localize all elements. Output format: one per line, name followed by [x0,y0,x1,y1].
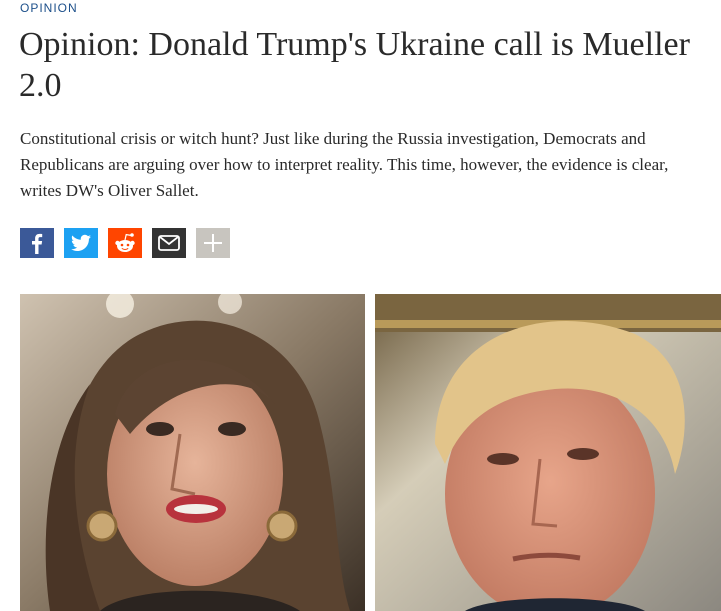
facebook-icon [32,233,43,254]
share-twitter-button[interactable] [64,228,98,258]
photo-trump [375,294,721,611]
reddit-icon [115,233,135,252]
share-reddit-button[interactable] [108,228,142,258]
article-headline: Opinion: Donald Trump's Ukraine call is … [19,26,690,104]
article-teaser: Constitutional crisis or witch hunt? Jus… [20,129,669,200]
share-facebook-button[interactable] [20,228,54,258]
share-more-button[interactable] [196,228,230,258]
share-bar [20,228,230,258]
share-email-button[interactable] [152,228,186,258]
envelope-icon [158,235,180,251]
twitter-icon [71,234,91,251]
section-kicker[interactable]: OPINION [20,1,78,15]
plus-icon [204,234,222,252]
photo-pelosi [20,294,365,611]
